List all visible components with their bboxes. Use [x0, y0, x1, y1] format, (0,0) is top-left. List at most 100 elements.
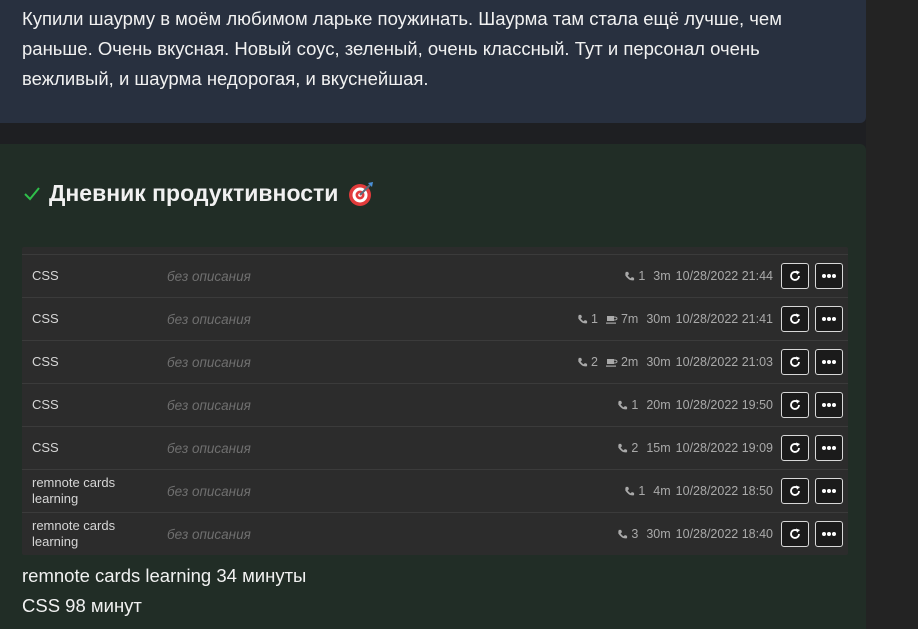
phone-icon [578, 357, 588, 366]
more-options-button[interactable] [815, 349, 843, 375]
restart-icon [790, 485, 800, 496]
datetime: 10/28/2022 19:09 [675, 441, 773, 455]
summary-line: remnote cards learning 34 минуты [22, 565, 307, 586]
session-row: CSS без описания 2 15m 10/28/2022 19:09 [22, 426, 848, 469]
datetime: 10/28/2022 18:50 [675, 484, 773, 498]
calls-value: 2 [591, 355, 598, 369]
check-icon [24, 186, 40, 200]
calls-value: 1 [631, 398, 639, 412]
phone-icon [578, 314, 588, 323]
calls-value: 1 [591, 312, 598, 326]
more-icon [822, 274, 836, 278]
activity-description: без описания [167, 526, 251, 542]
restart-icon [790, 442, 800, 453]
duration: 4m [653, 484, 671, 498]
restart-button[interactable] [781, 521, 809, 547]
restart-button[interactable] [781, 306, 809, 332]
more-options-button[interactable] [815, 392, 843, 418]
activity-name: remnote cards learning [32, 518, 116, 549]
activity-description: без описания [167, 354, 251, 370]
session-meta: 2 2m 30m 10/28/2022 21:03 [569, 355, 773, 369]
break-time: 2m [605, 355, 639, 369]
more-options-button[interactable] [815, 263, 843, 289]
more-icon [822, 532, 836, 536]
duration: 30m [646, 355, 671, 369]
break-value: 2m [620, 355, 639, 369]
target-icon [349, 181, 374, 206]
calls-value: 1 [638, 484, 646, 498]
activity-description: без описания [167, 440, 251, 456]
session-meta: 2 15m 10/28/2022 19:09 [609, 441, 773, 455]
session-meta: 3 30m 10/28/2022 18:40 [609, 527, 773, 541]
calls-value: 1 [638, 269, 646, 283]
restart-button[interactable] [781, 478, 809, 504]
duration: 30m [646, 527, 671, 541]
phone-icon [625, 271, 635, 280]
activity-description: без описания [167, 311, 251, 327]
session-row: CSS без описания 1 20m 10/28/2022 19:50 [22, 383, 848, 426]
phone-icon [618, 529, 628, 538]
review-card: Купили шаурму в моём любимом ларьке поуж… [0, 0, 866, 123]
coffee-icon [605, 315, 618, 324]
session-row: remnote cards learning без описания 3 30m 10… [22, 512, 848, 555]
more-icon [822, 317, 836, 321]
session-meta: 1 7m 30m 10/28/2022 21:41 [569, 312, 773, 326]
more-options-button[interactable] [815, 306, 843, 332]
duration: 30m [646, 312, 671, 326]
phone-icon [618, 400, 628, 409]
more-icon [822, 403, 836, 407]
session-meta: 1 20m 10/28/2022 19:50 [609, 398, 773, 412]
restart-button[interactable] [781, 263, 809, 289]
more-options-button[interactable] [815, 478, 843, 504]
diary-title: Дневник продуктивности [49, 180, 339, 206]
coffee-icon [605, 358, 618, 367]
duration: 3m [653, 269, 671, 283]
calls-count: 1 [577, 312, 598, 326]
activity-description: без описания [167, 397, 251, 413]
calls-value: 3 [631, 527, 639, 541]
activity-name: CSS [32, 397, 59, 412]
activity-name: remnote cards learning [32, 475, 116, 506]
diary-heading: Дневник продуктивности [22, 180, 374, 207]
break-value: 7m [620, 312, 639, 326]
session-meta: 1 3m 10/28/2022 21:44 [616, 269, 773, 283]
more-icon [822, 489, 836, 493]
break-time: 7m [605, 312, 639, 326]
session-log-table: CSS без описания 1 3m 10/28/2022 21:44 CSS без… [22, 247, 848, 555]
more-options-button[interactable] [815, 435, 843, 461]
restart-icon [790, 313, 800, 324]
activity-name: CSS [32, 354, 59, 369]
productivity-diary-card: Дневник продуктивности CSS без описания 1 3… [0, 144, 866, 629]
restart-button[interactable] [781, 435, 809, 461]
session-row: CSS без описания 2 2m 30m 10/28/2022 21:03 [22, 340, 848, 383]
calls-value: 2 [631, 441, 639, 455]
session-meta: 1 4m 10/28/2022 18:50 [616, 484, 773, 498]
restart-icon [790, 399, 800, 410]
activity-name: CSS [32, 268, 59, 283]
review-text: Купили шаурму в моём любимом ларьке поуж… [22, 8, 782, 89]
activity-description: без описания [167, 268, 251, 284]
activity-name: CSS [32, 311, 59, 326]
restart-button[interactable] [781, 392, 809, 418]
restart-button[interactable] [781, 349, 809, 375]
phone-icon [618, 443, 628, 452]
calls-count: 1 [624, 484, 645, 498]
page-scroll-gutter [866, 0, 918, 629]
activity-name: CSS [32, 440, 59, 455]
activity-description: без описания [167, 483, 251, 499]
datetime: 10/28/2022 19:50 [675, 398, 773, 412]
calls-count: 2 [617, 441, 638, 455]
datetime: 10/28/2022 21:41 [675, 312, 773, 326]
summary-line: CSS 98 минут [22, 595, 142, 616]
datetime: 10/28/2022 21:44 [675, 269, 773, 283]
datetime: 10/28/2022 18:40 [675, 527, 773, 541]
restart-icon [790, 270, 800, 281]
calls-count: 2 [577, 355, 598, 369]
session-row: CSS без описания 1 7m 30m 10/28/2022 21:41 [22, 297, 848, 340]
session-row: CSS без описания 1 3m 10/28/2022 21:44 [22, 254, 848, 297]
duration: 20m [646, 398, 671, 412]
more-options-button[interactable] [815, 521, 843, 547]
restart-icon [790, 528, 800, 539]
restart-icon [790, 356, 800, 367]
calls-count: 1 [617, 398, 638, 412]
